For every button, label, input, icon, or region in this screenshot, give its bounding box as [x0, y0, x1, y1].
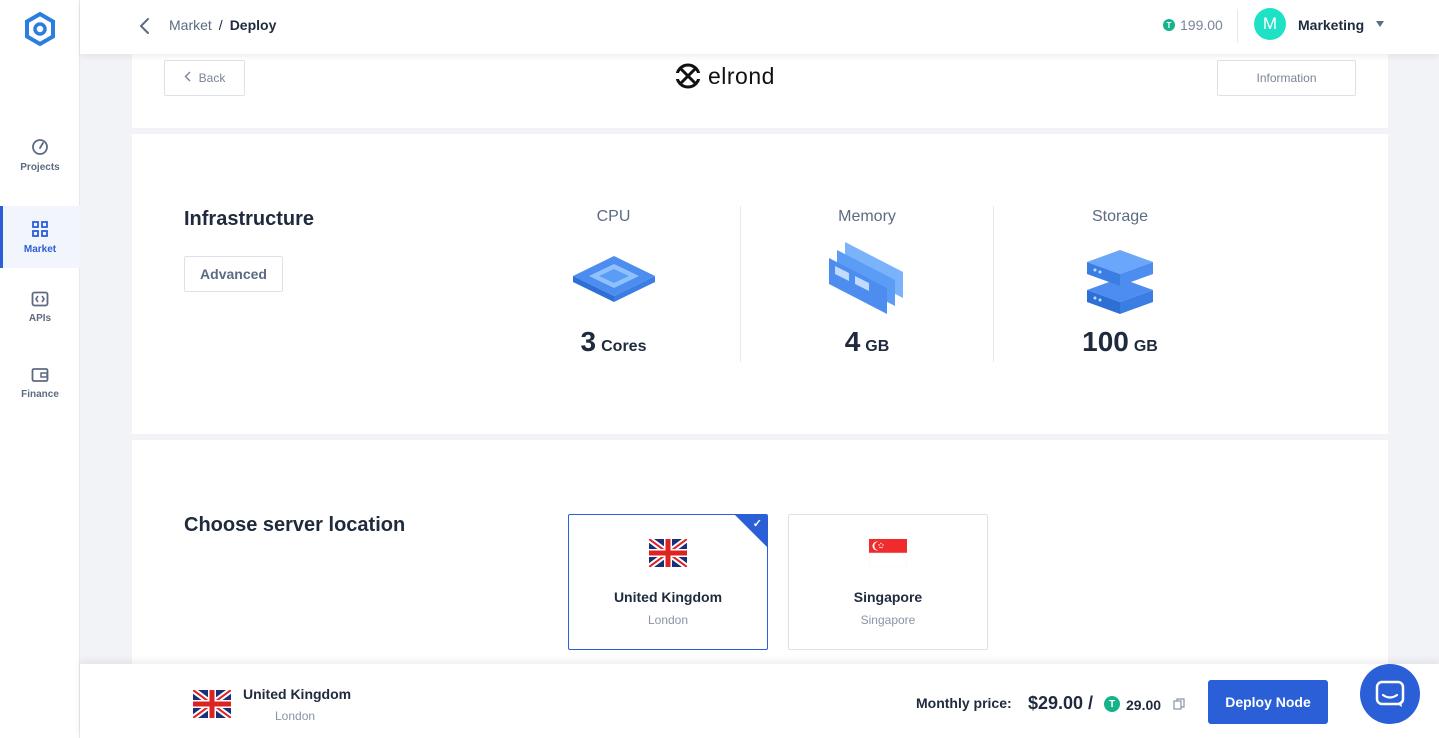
top-bar: Market / Deploy T 199.00 M Marketing: [80, 0, 1439, 54]
cpu-resource: CPU 3 Cores: [487, 206, 740, 362]
deploy-header-card: Back elrond Information: [132, 54, 1388, 128]
sidebar-item-projects[interactable]: Projects: [0, 124, 80, 186]
memory-module-icon: [829, 242, 903, 314]
memory-value: 4: [844, 326, 861, 357]
sidebar-item-finance[interactable]: Finance: [0, 352, 80, 414]
advanced-button[interactable]: Advanced: [184, 256, 283, 292]
chat-launcher-button[interactable]: [1360, 664, 1420, 724]
location-country: United Kingdom: [613, 589, 723, 605]
server-stack-icon: [1087, 250, 1153, 314]
sidebar-item-label: Market: [23, 243, 57, 255]
cpu-chip-icon: [572, 256, 655, 302]
location-city: Singapore: [860, 613, 916, 627]
resource-value: 100 GB: [1082, 326, 1158, 358]
location-city: London: [647, 613, 689, 627]
sidebar-item-label: APIs: [28, 312, 52, 324]
memory-resource: Memory 4 GB: [740, 206, 993, 362]
location-card: Choose server location United Kingdom Lo…: [132, 440, 1388, 680]
sidebar: Projects Market APIs Finance: [0, 0, 80, 738]
location-option-uk[interactable]: United Kingdom London ✓: [568, 514, 768, 650]
monthly-price-usd: $29.00 /: [1028, 693, 1094, 713]
sidebar-item-apis[interactable]: APIs: [0, 276, 80, 338]
speedometer-icon: [32, 138, 48, 155]
sidebar-item-market[interactable]: Market: [0, 206, 80, 268]
uk-flag-icon: [649, 539, 687, 567]
resource-label: Memory: [838, 208, 896, 225]
infrastructure-card: Infrastructure Advanced CPU 3 Cores Memo…: [132, 134, 1388, 434]
resource-value: 3 Cores: [581, 326, 647, 358]
breadcrumb-deploy: Deploy: [229, 17, 277, 33]
avatar[interactable]: M: [1254, 8, 1286, 40]
chat-icon: [1375, 680, 1405, 707]
back-button[interactable]: Back: [164, 60, 245, 96]
caret-down-icon[interactable]: [1376, 21, 1384, 27]
memory-unit: GB: [865, 338, 890, 355]
information-button[interactable]: Information: [1217, 60, 1356, 96]
resource-value: 4 GB: [845, 326, 890, 358]
deploy-footer: United Kingdom London Monthly price: $29…: [80, 664, 1439, 738]
breadcrumb: Market / Deploy: [169, 17, 276, 33]
storage-unit: GB: [1133, 338, 1158, 355]
selected-country: United Kingdom: [243, 686, 352, 702]
account-name[interactable]: Marketing: [1298, 17, 1364, 33]
wallet-icon: [31, 367, 49, 382]
location-country: Singapore: [853, 589, 923, 605]
grid-icon: [32, 220, 48, 237]
elrond-icon: [674, 63, 702, 89]
token-icon: T: [1104, 696, 1120, 712]
monthly-price-token: 29.00: [1126, 697, 1162, 713]
divider: [1237, 9, 1238, 43]
check-icon: ✓: [752, 518, 762, 530]
elrond-logo: elrond: [674, 62, 775, 90]
brand-name: elrond: [708, 62, 775, 89]
resource-label: Storage: [1091, 208, 1149, 225]
account-balance: T 199.00: [1163, 17, 1223, 33]
cpu-value: 3: [580, 326, 597, 357]
cpu-unit: Cores: [601, 338, 647, 355]
balance-value: 199.00: [1180, 17, 1223, 33]
chevron-left-icon[interactable]: [136, 16, 154, 36]
selected-city: London: [275, 709, 316, 723]
token-icon: T: [1163, 19, 1175, 31]
deploy-node-button[interactable]: Deploy Node: [1208, 680, 1328, 724]
singapore-flag-icon: [869, 539, 907, 567]
copy-icon[interactable]: [1173, 698, 1185, 710]
code-icon: [31, 291, 49, 306]
breadcrumb-separator: /: [218, 17, 223, 33]
storage-value: 100: [1082, 326, 1129, 357]
location-option-singapore[interactable]: Singapore Singapore: [788, 514, 988, 650]
chevron-left-icon: [184, 71, 191, 85]
selected-corner: [735, 515, 767, 547]
sidebar-item-label: Projects: [20, 161, 60, 173]
uk-flag-icon: [193, 690, 231, 718]
sidebar-item-label: Finance: [21, 388, 59, 400]
location-title: Choose server location: [184, 514, 406, 536]
storage-resource: Storage 100 GB: [993, 206, 1246, 362]
breadcrumb-market[interactable]: Market: [169, 17, 212, 33]
resource-label: CPU: [596, 208, 631, 225]
back-button-label: Back: [198, 71, 226, 85]
monthly-price-label: Monthly price:: [916, 695, 1012, 711]
logo-icon[interactable]: [24, 12, 56, 46]
infrastructure-title: Infrastructure: [184, 208, 315, 230]
